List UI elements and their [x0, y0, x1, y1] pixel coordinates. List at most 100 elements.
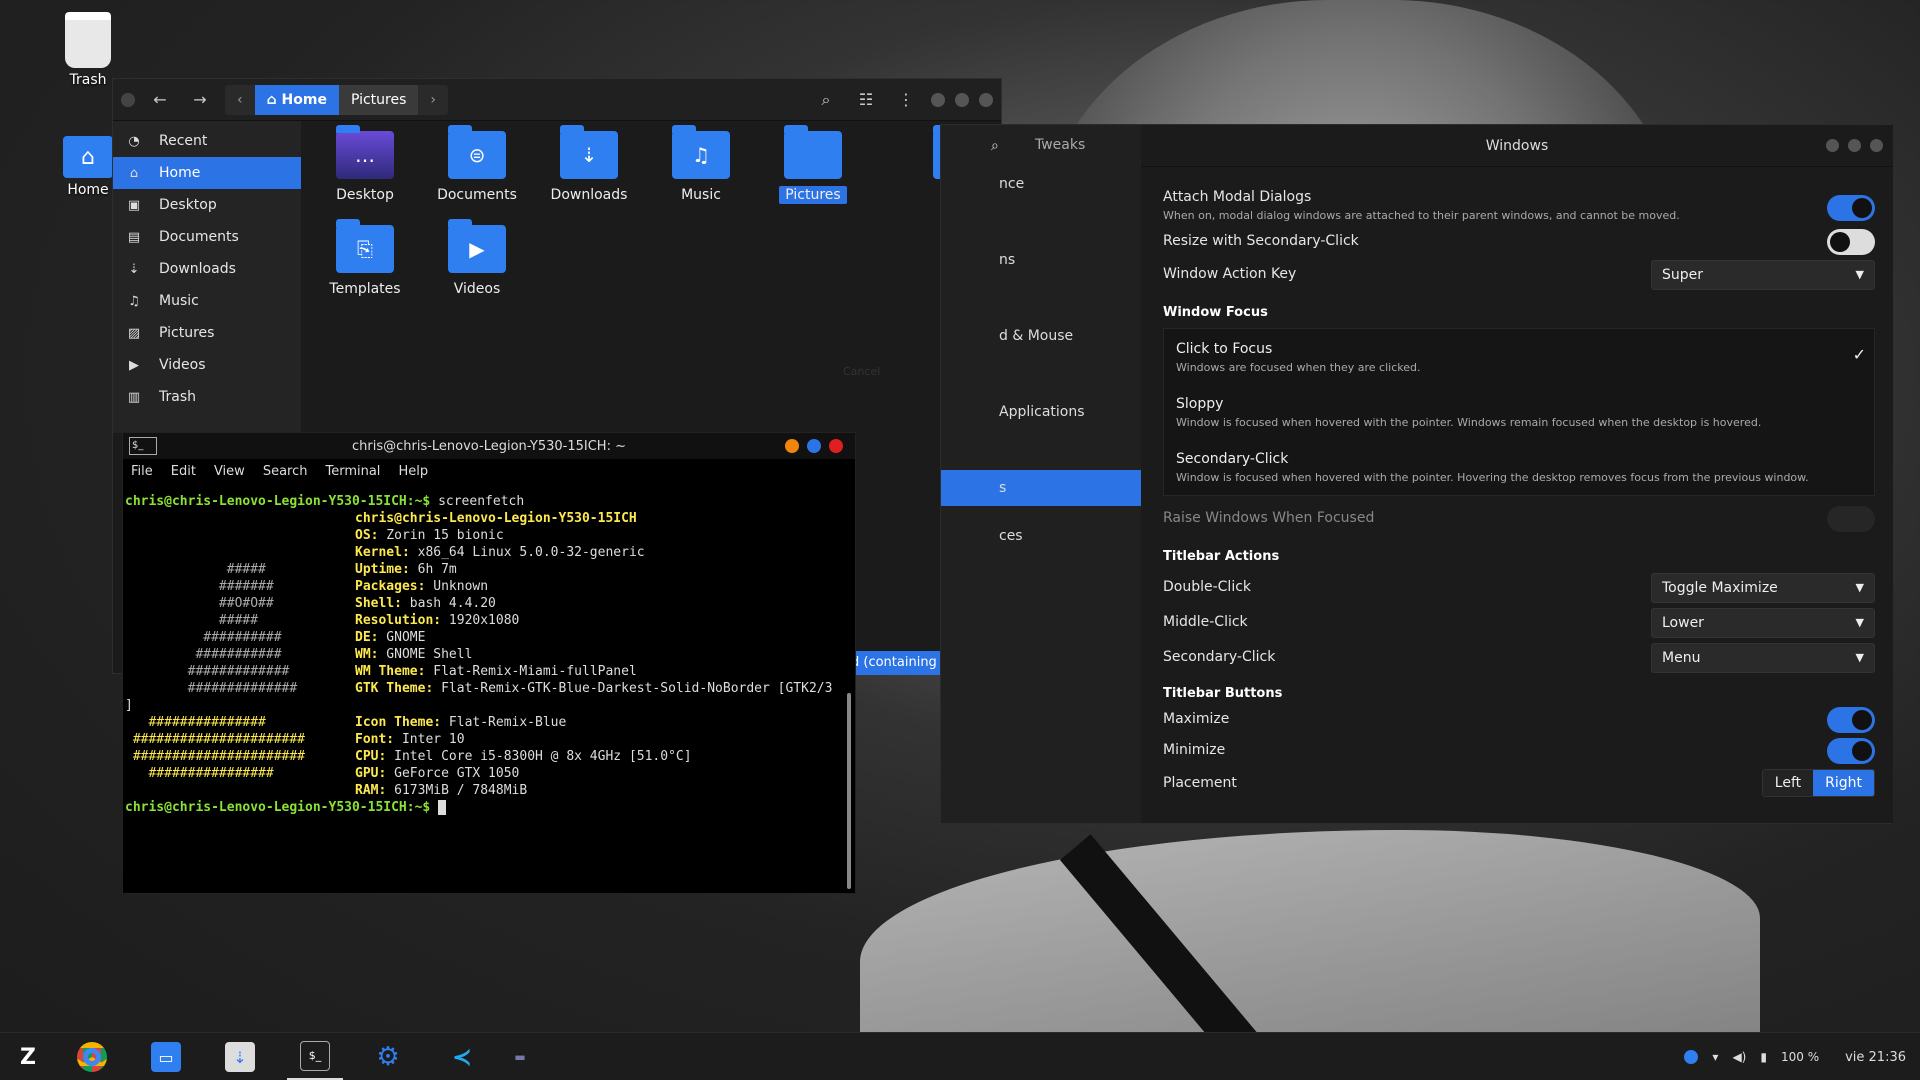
tweaks-maximize-button[interactable] [1848, 139, 1861, 152]
tweaks-sidebar-item[interactable]: ns [999, 252, 1015, 268]
documents-folder-icon: ⊜ [448, 125, 506, 179]
tweaks-search-icon[interactable]: ⌕ [991, 138, 999, 154]
screenshot-icon: ▬ [514, 1050, 526, 1064]
desktop-trash[interactable]: Trash [38, 12, 138, 88]
folder-documents[interactable]: ⊜ Documents [425, 125, 529, 203]
terminal-scrollbar[interactable] [847, 693, 851, 889]
sidebar-item-label: Music [159, 293, 199, 309]
info-line: Kernel: x86_64 Linux 5.0.0-32-generic [355, 544, 645, 561]
tweaks-sidebar-item[interactable]: s [941, 470, 1141, 506]
sidebar-item-videos[interactable]: ▶ Videos [113, 349, 301, 381]
sidebar-item-music[interactable]: ♫ Music [113, 285, 301, 317]
breadcrumb-left-icon[interactable]: ‹ [225, 85, 255, 115]
focus-mode-click-to-focus[interactable]: Click to Focus Windows are focused when t… [1176, 341, 1866, 374]
command-line: chris@chris-Lenovo-Legion-Y530-15ICH:~$ … [125, 493, 524, 510]
focus-mode-label: Secondary-Click [1176, 451, 1289, 467]
trash-icon [65, 12, 111, 68]
tweaks-sidebar-item[interactable]: nce [999, 176, 1024, 192]
sidebar-item-pictures[interactable]: ▨ Pictures [113, 317, 301, 349]
tweaks-close-button[interactable] [1870, 139, 1883, 152]
placement-left-button[interactable]: Left [1762, 770, 1814, 796]
terminal-menubar: File Edit View Search Terminal Help [123, 459, 855, 483]
tweaks-sidebar-item[interactable]: ces [999, 528, 1023, 544]
tweaks-sidebar-item[interactable]: d & Mouse [999, 328, 1073, 344]
ascii-line: ############### [125, 714, 265, 731]
wifi-icon[interactable]: ▾ [1712, 1050, 1718, 1064]
sidebar-item-label: Trash [159, 389, 196, 405]
folder-pictures[interactable]: Pictures [761, 125, 865, 204]
terminal-minimize-button[interactable] [785, 439, 799, 453]
minimize-toggle[interactable] [1827, 738, 1875, 764]
search-icon[interactable]: ⌕ [811, 85, 841, 115]
titlebar-action-select[interactable]: Menu ▼ [1651, 643, 1875, 673]
terminal-menu-search[interactable]: Search [263, 464, 308, 479]
sidebar-item-trash[interactable]: ▥ Trash [113, 381, 301, 413]
sidebar-item-downloads[interactable]: ⇣ Downloads [113, 253, 301, 285]
terminal-menu-view[interactable]: View [214, 464, 245, 479]
breadcrumb-right-icon[interactable]: › [418, 85, 448, 115]
battery-icon[interactable]: ▮ [1760, 1050, 1767, 1064]
focus-mode-secondary-click[interactable]: Secondary-Click Window is focused when ho… [1176, 451, 1866, 484]
terminal-menu-help[interactable]: Help [398, 464, 428, 479]
volume-icon[interactable]: ◀) [1732, 1050, 1746, 1064]
taskbar-terminal[interactable]: $_ [287, 1033, 343, 1080]
breadcrumb-home[interactable]: ⌂ Home [254, 84, 339, 115]
info-line: DE: GNOME [355, 629, 425, 646]
terminal-menu-file[interactable]: File [131, 464, 153, 479]
windows-panel: Windows Attach Modal Dialogs When on, mo… [1141, 125, 1893, 823]
video-icon: ▶ [129, 357, 139, 373]
raise-windows-row: Raise Windows When Focused [1163, 506, 1875, 532]
maximize-toggle[interactable] [1827, 707, 1875, 733]
ascii-art: ###################### [125, 732, 306, 747]
zorin-menu-button[interactable]: Z [0, 1033, 56, 1080]
chevron-down-icon: ▼ [1855, 581, 1864, 594]
sidebar-item-label: Downloads [159, 261, 236, 277]
chat-icon[interactable] [1684, 1050, 1699, 1064]
sidebar-item-home[interactable]: ⌂ Home [113, 157, 301, 189]
back-arrow-icon[interactable]: ← [145, 85, 175, 115]
attach-modal-desc: When on, modal dialog windows are attach… [1163, 209, 1680, 222]
info-key: WM Theme: [355, 664, 426, 679]
terminal-close-button[interactable] [829, 439, 843, 453]
folder-templates[interactable]: ⎘ Templates [313, 219, 417, 297]
taskbar-software[interactable]: ⇣ [212, 1033, 268, 1080]
view-list-icon[interactable]: ☷ [851, 85, 881, 115]
breadcrumb-pictures[interactable]: Pictures [338, 84, 419, 115]
folder-downloads[interactable]: ⇣ Downloads [537, 125, 641, 203]
taskbar-vscode[interactable]: ≺ [434, 1033, 490, 1080]
terminal-maximize-button[interactable] [807, 439, 821, 453]
clock[interactable]: vie 21:36 [1845, 1050, 1906, 1065]
window-menu-dot[interactable] [121, 92, 135, 107]
taskbar-chrome[interactable] [64, 1033, 120, 1080]
placement-right-button[interactable]: Right [1813, 770, 1874, 796]
taskbar-files[interactable]: ▭ [138, 1033, 194, 1080]
sidebar-item-desktop[interactable]: ▣ Desktop [113, 189, 301, 221]
maximize-button[interactable] [955, 92, 969, 107]
titlebar-action-select[interactable]: Lower ▼ [1651, 608, 1875, 638]
close-button[interactable] [979, 92, 993, 107]
maximize-label: Maximize [1163, 711, 1230, 727]
attach-modal-toggle[interactable] [1827, 195, 1875, 221]
minimize-button[interactable] [931, 92, 945, 107]
titlebar-action-select[interactable]: Toggle Maximize ▼ [1651, 573, 1875, 603]
terminal-menu-edit[interactable]: Edit [171, 464, 196, 479]
tweaks-minimize-button[interactable] [1826, 139, 1839, 152]
focus-mode-sloppy[interactable]: Sloppy Window is focused when hovered wit… [1176, 396, 1866, 429]
folder-music[interactable]: ♫ Music [649, 125, 753, 203]
folder-videos[interactable]: ▶ Videos [425, 219, 529, 297]
taskbar-settings[interactable]: ⚙ [360, 1033, 416, 1080]
tweaks-sidebar-item[interactable]: Applications [999, 404, 1085, 420]
more-menu-icon[interactable]: ⋮ [891, 85, 921, 115]
attach-modal-label: Attach Modal Dialogs [1163, 189, 1312, 205]
terminal-menu-terminal[interactable]: Terminal [325, 464, 380, 479]
folder-desktop[interactable]: … Desktop [313, 125, 417, 203]
sidebar-item-documents[interactable]: ▤ Documents [113, 221, 301, 253]
chrome-icon [77, 1042, 107, 1072]
forward-arrow-icon[interactable]: → [185, 85, 215, 115]
sidebar-item-recent[interactable]: ◔ Recent [113, 125, 301, 157]
raise-windows-toggle[interactable] [1827, 506, 1875, 532]
taskbar-screenshot[interactable]: ▬ [492, 1033, 548, 1080]
titlebar-action-row: Double-Click Toggle Maximize ▼ [1163, 573, 1875, 603]
action-key-select[interactable]: Super ▼ [1651, 260, 1875, 290]
resize-secondary-toggle[interactable] [1827, 229, 1875, 255]
